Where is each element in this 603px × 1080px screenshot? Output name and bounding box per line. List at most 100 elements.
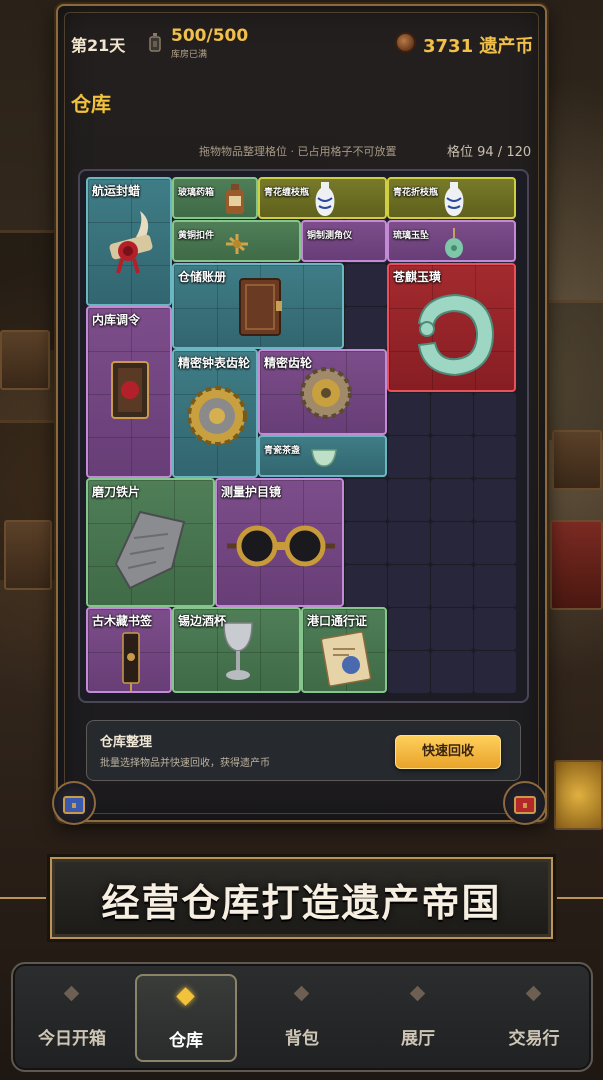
tab-label: 背包 xyxy=(285,1029,319,1049)
grid-cell[interactable] xyxy=(474,608,516,650)
grid-cell[interactable] xyxy=(474,479,516,521)
grid-cell[interactable] xyxy=(474,393,516,435)
item-tin-goblet[interactable]: 锡边酒杯 xyxy=(172,607,301,693)
item-label: 苍麒玉璜 xyxy=(393,270,442,284)
tea-cup-icon xyxy=(311,449,337,467)
item-precision-clock-gear[interactable]: 精密钟表齿轮 xyxy=(172,349,258,478)
grid-cell[interactable] xyxy=(474,522,516,564)
tab-label: 交易行 xyxy=(508,1029,560,1049)
item-label: 精密钟表齿轮 xyxy=(178,356,251,370)
bottle-icon xyxy=(226,184,244,214)
grid-cell[interactable] xyxy=(345,307,387,349)
grid-cell[interactable] xyxy=(345,264,387,306)
item-brass-fastener[interactable]: 黄铜扣件 xyxy=(172,220,301,262)
item-label: 测量护目镜 xyxy=(221,485,282,499)
item-label: 港口通行证 xyxy=(307,614,368,628)
banner-ornament xyxy=(0,897,46,899)
chest-icon-right xyxy=(503,781,547,825)
grid-cell[interactable] xyxy=(431,522,473,564)
drag-hint: 拖物物品整理格位 · 已占用格子不可放置 xyxy=(199,145,397,158)
item-blue-white-vase-2[interactable]: 青花折枝瓶 xyxy=(387,177,516,219)
grid-cell[interactable] xyxy=(388,608,430,650)
chest-icon-left xyxy=(52,781,96,825)
grid-cell[interactable] xyxy=(431,393,473,435)
bookmark-icon xyxy=(122,632,140,691)
lantern-icon xyxy=(149,33,161,52)
item-label: 锡边酒杯 xyxy=(178,614,227,628)
diamond-icon xyxy=(176,987,195,1006)
grid-cell[interactable] xyxy=(345,479,387,521)
tab-trading-house[interactable]: 交易行 xyxy=(483,974,585,1062)
item-port-pass[interactable]: 港口通行证 xyxy=(301,607,387,693)
grid-cell[interactable] xyxy=(345,565,387,607)
item-celadon-tea-cup[interactable]: 青瓷茶盏 xyxy=(258,435,387,477)
bottom-nav: 今日开箱 仓库 背包 展厅 交易行 xyxy=(11,962,593,1072)
item-label: 黄铜扣件 xyxy=(178,231,215,241)
item-inner-treasury-order[interactable]: 内库调令 xyxy=(86,306,172,478)
coin-icon xyxy=(395,32,416,53)
item-measuring-goggles[interactable]: 测量护目镜 xyxy=(215,478,344,607)
grid-cell[interactable] xyxy=(345,522,387,564)
quick-recycle-button[interactable]: 快速回收 xyxy=(395,735,501,769)
goblet-icon xyxy=(223,622,253,680)
chest-icon xyxy=(63,796,85,814)
fastener-icon xyxy=(226,234,248,254)
tab-daily-open-box[interactable]: 今日开箱 xyxy=(21,974,123,1062)
grid-cell[interactable] xyxy=(388,393,430,435)
item-label: 航运封蜡 xyxy=(92,184,141,198)
grid-cell[interactable] xyxy=(431,565,473,607)
tab-backpack[interactable]: 背包 xyxy=(251,974,353,1062)
item-glass-medicine-box[interactable]: 玻璃药箱 xyxy=(172,177,258,219)
capacity-status: 库房已满 xyxy=(171,50,208,60)
grid-cell[interactable] xyxy=(388,565,430,607)
item-ancient-wood-bookmark[interactable]: 古木藏书签 xyxy=(86,607,172,693)
tab-label: 仓库 xyxy=(169,1031,203,1051)
item-precision-gear[interactable]: 精密齿轮 xyxy=(258,349,387,435)
capacity-value: 500/500 xyxy=(171,26,249,46)
grid-cell[interactable] xyxy=(388,522,430,564)
item-copper-goniometer[interactable]: 铜制测角仪 xyxy=(301,220,387,262)
item-label: 精密齿轮 xyxy=(264,356,313,370)
grid-cell[interactable] xyxy=(474,565,516,607)
iron-plate-icon xyxy=(114,510,186,590)
gear-icon xyxy=(300,367,352,419)
diamond-icon xyxy=(293,985,310,1002)
grid-cell[interactable] xyxy=(388,479,430,521)
grid-cell[interactable] xyxy=(388,651,430,693)
page-title: 仓库 xyxy=(71,92,111,116)
wax-seal-icon xyxy=(109,211,153,274)
grid-cell[interactable] xyxy=(474,651,516,693)
chest-icon xyxy=(514,796,536,814)
grid-cell[interactable] xyxy=(388,436,430,478)
item-label: 青花折枝瓶 xyxy=(393,188,439,198)
item-storage-ledger[interactable]: 仓储账册 xyxy=(172,263,344,349)
item-label: 内库调令 xyxy=(92,313,141,327)
grid-cell[interactable] xyxy=(431,608,473,650)
item-label: 琉璃玉坠 xyxy=(393,231,430,241)
diamond-icon xyxy=(525,985,542,1002)
item-shipping-seal[interactable]: 航运封蜡 xyxy=(86,177,172,306)
tab-warehouse[interactable]: 仓库 xyxy=(135,974,237,1062)
slogan-banner: 经营仓库打造遗产帝国 xyxy=(0,857,603,939)
item-label: 古木藏书签 xyxy=(92,614,153,628)
pendant-icon xyxy=(445,228,463,258)
item-label: 磨刀铁片 xyxy=(92,485,141,499)
item-blue-white-vase-1[interactable]: 青花缠枝瓶 xyxy=(258,177,387,219)
item-glass-jade-pendant[interactable]: 琉璃玉坠 xyxy=(387,220,516,262)
grid-cell[interactable] xyxy=(474,436,516,478)
tab-showroom[interactable]: 展厅 xyxy=(367,974,469,1062)
item-label: 玻璃药箱 xyxy=(178,188,215,198)
item-sharpening-iron[interactable]: 磨刀铁片 xyxy=(86,478,215,607)
recycle-description: 批量选择物品并快速回收，获得遗产币 xyxy=(100,758,270,769)
grid-cell[interactable] xyxy=(431,651,473,693)
grid-cell[interactable] xyxy=(431,436,473,478)
storage-grid: 航运封蜡 玻璃药箱 青花缠枝瓶 青花折枝瓶 黄铜扣件 铜制测角仪 琉璃玉坠 仓储… xyxy=(78,169,529,703)
ledger-book-icon xyxy=(239,278,282,336)
diamond-icon xyxy=(409,985,426,1002)
slogan-text: 经营仓库打造遗产帝国 xyxy=(101,880,502,925)
warehouse-panel: 第21天 500/500 库房已满 3731 遗产币 仓库 拖物物品整理格位 ·… xyxy=(56,4,547,822)
item-azure-qilin-jade[interactable]: 苍麒玉璜 xyxy=(387,263,516,392)
coin-balance: 3731 遗产币 xyxy=(423,36,534,57)
grid-cell[interactable] xyxy=(431,479,473,521)
item-label: 铜制测角仪 xyxy=(307,231,353,241)
